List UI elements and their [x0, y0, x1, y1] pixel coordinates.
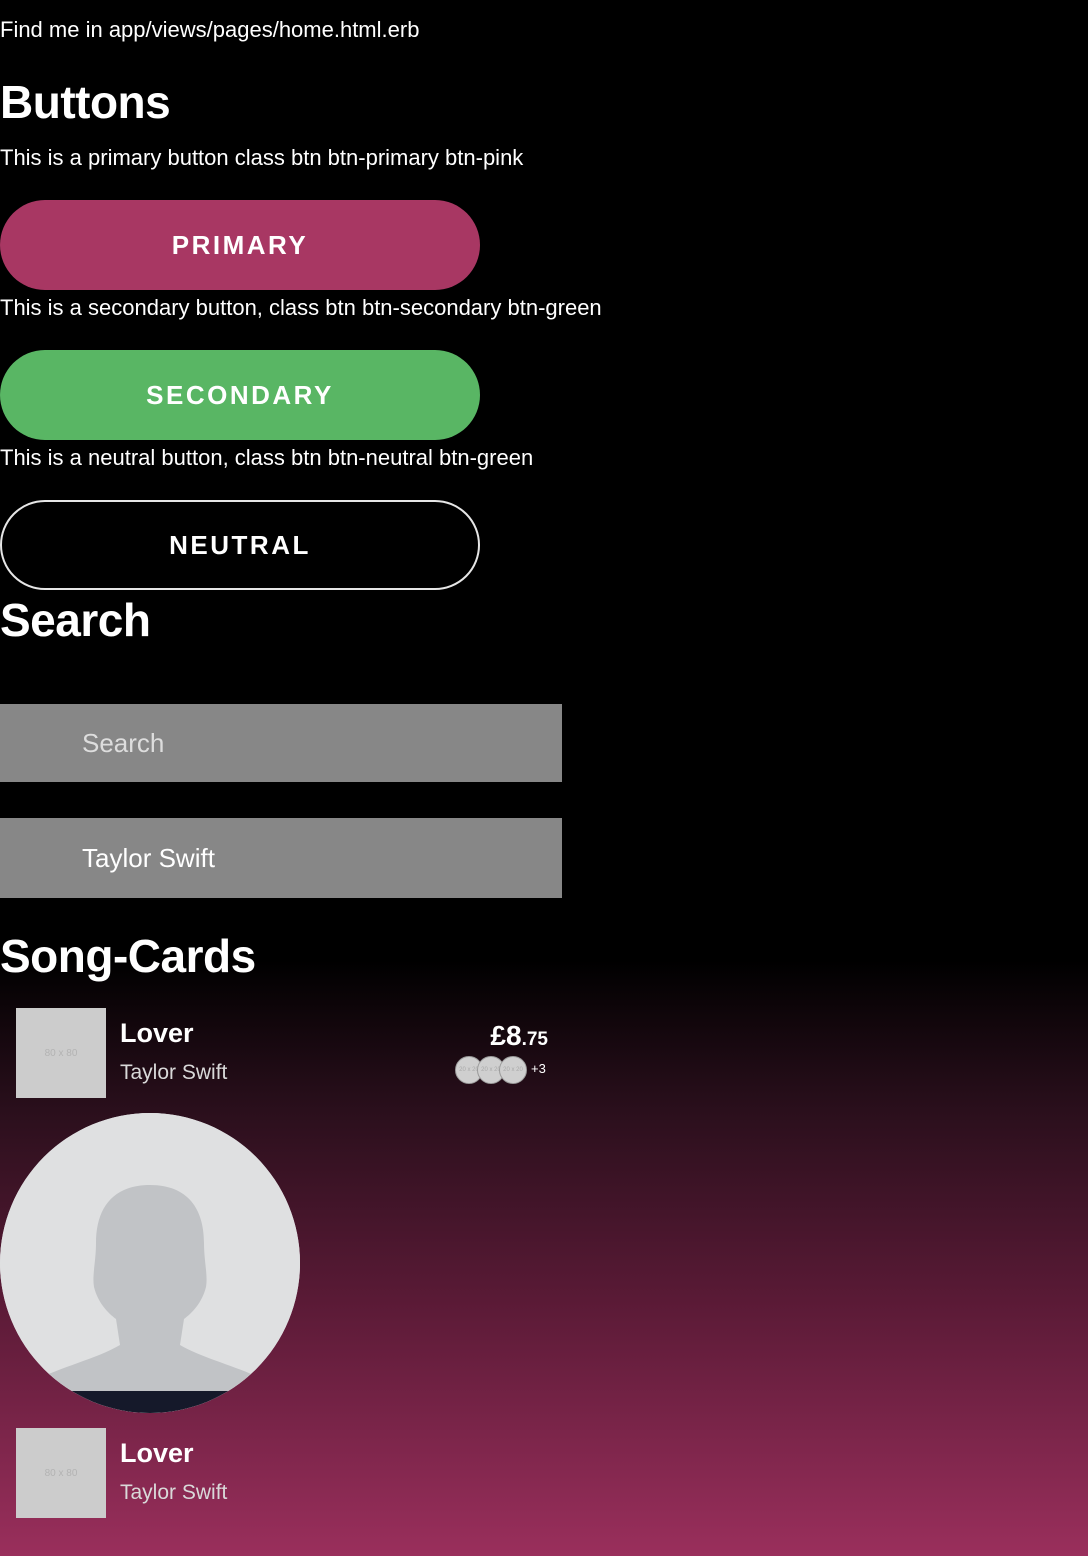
page-hint: Find me in app/views/pages/home.html.erb	[0, 17, 420, 42]
song-cards-heading: Song-Cards	[0, 930, 256, 982]
price-major: £8	[490, 1020, 522, 1051]
buttons-heading: Buttons	[0, 76, 171, 128]
search-bar-filled: Taylor Swift	[0, 818, 562, 898]
song-thumbnail: 80 x 80	[16, 1428, 106, 1518]
neutral-button[interactable]: NEUTRAL	[0, 500, 480, 590]
song-title: Lover	[120, 1018, 194, 1048]
default-user-silhouette-icon	[0, 1113, 300, 1413]
song-artist: Taylor Swift	[120, 1061, 228, 1084]
search-input-filled[interactable]: Taylor Swift	[82, 843, 215, 874]
secondary-button[interactable]: SECONDARY	[0, 350, 480, 440]
song-price: £8.75	[490, 1020, 548, 1052]
song-title: Lover	[120, 1438, 194, 1468]
thumbnail-placeholder-label: 80 x 80	[44, 1047, 78, 1059]
profile-avatar	[0, 1113, 300, 1413]
song-thumbnail: 80 x 80	[16, 1008, 106, 1098]
listener-avatar: 20 x 20	[499, 1056, 527, 1084]
secondary-button-description: This is a secondary button, class btn bt…	[0, 295, 602, 320]
song-artist: Taylor Swift	[120, 1481, 228, 1504]
song-card[interactable]: 80 x 80 Lover Taylor Swift £8.75 20 x 20…	[0, 1008, 562, 1098]
primary-button[interactable]: PRIMARY	[0, 200, 480, 290]
search-input[interactable]	[82, 727, 522, 759]
search-heading: Search	[0, 594, 151, 646]
search-bar-empty	[0, 704, 562, 782]
more-listeners-count: +3	[531, 1061, 546, 1076]
price-minor: .75	[521, 1029, 548, 1050]
thumbnail-placeholder-label: 80 x 80	[44, 1467, 78, 1479]
primary-button-description: This is a primary button class btn btn-p…	[0, 145, 524, 170]
neutral-button-description: This is a neutral button, class btn btn-…	[0, 445, 534, 470]
song-card[interactable]: 80 x 80 Lover Taylor Swift	[0, 1428, 562, 1518]
